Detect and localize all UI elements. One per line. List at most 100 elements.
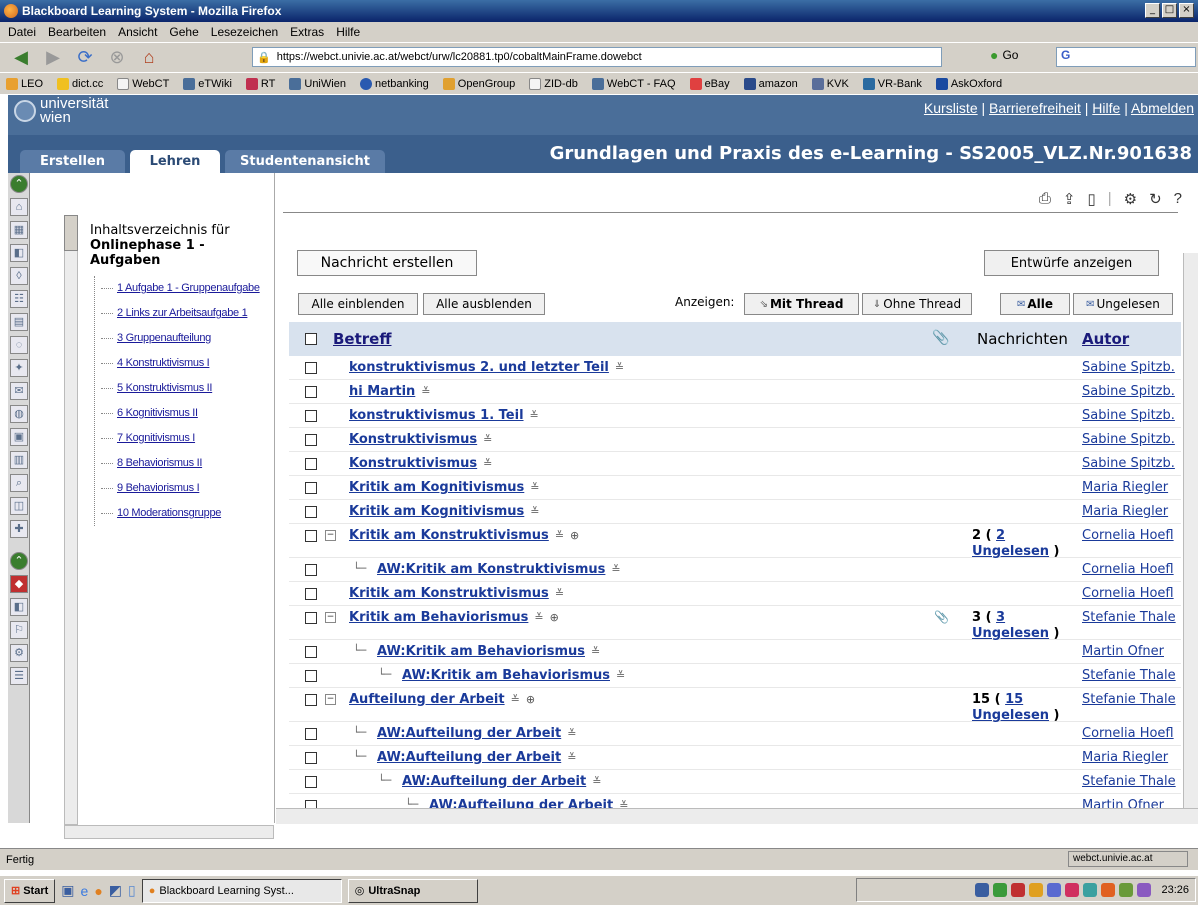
tray-icon[interactable]: [1101, 883, 1116, 897]
message-menu-icon[interactable]: ≚: [483, 457, 492, 470]
row-checkbox[interactable]: [305, 646, 317, 658]
bookmark-rt[interactable]: RT: [245, 77, 275, 90]
message-subject-link[interactable]: konstruktivismus 2. und letzter Teil ≚: [349, 360, 624, 375]
link-help[interactable]: Hilfe: [1092, 100, 1120, 116]
toc-item[interactable]: 9 Behaviorismus I: [95, 476, 270, 501]
author-link[interactable]: Cornelia Hoefl: [1082, 562, 1181, 577]
collapse-all-button[interactable]: Alle ausblenden: [423, 293, 545, 315]
tracking-icon[interactable]: ⚐: [10, 621, 28, 639]
message-menu-icon[interactable]: ≚: [591, 645, 600, 658]
author-link[interactable]: Stefanie Thale: [1082, 774, 1181, 789]
collapse-icon[interactable]: ⌃: [10, 175, 28, 193]
message-menu-icon[interactable]: ≚: [555, 529, 564, 542]
message-menu-icon[interactable]: ≚: [592, 775, 601, 788]
toc-horizontal-scrollbar[interactable]: [64, 825, 274, 839]
author-link[interactable]: Martin Ofner: [1082, 644, 1181, 659]
row-checkbox[interactable]: [305, 694, 317, 706]
bookmark-dictcc[interactable]: dict.cc: [57, 77, 103, 90]
message-menu-icon[interactable]: ≚: [421, 385, 430, 398]
toc-item[interactable]: 4 Konstruktivismus I: [95, 351, 270, 376]
expand-all-button[interactable]: Alle einblenden: [298, 293, 418, 315]
toc-item[interactable]: 7 Kognitivismus I: [95, 426, 270, 451]
notes-icon[interactable]: ◫: [10, 497, 28, 515]
tab-teach[interactable]: Lehren: [130, 150, 220, 173]
message-subject-link[interactable]: AW:Aufteilung der Arbeit ≚: [377, 750, 576, 765]
settings-icon[interactable]: ⚙: [1124, 190, 1137, 208]
task-firefox[interactable]: ● Blackboard Learning Syst...: [141, 878, 342, 903]
assessment-icon[interactable]: ◍: [10, 405, 28, 423]
quicklaunch-desktop-icon[interactable]: ▣: [61, 882, 74, 899]
menu-file[interactable]: Datei: [8, 25, 36, 39]
menu-tools[interactable]: Extras: [290, 25, 324, 39]
message-subject-link[interactable]: Kritik am Kognitivismus ≚: [349, 504, 540, 519]
help-icon[interactable]: ?: [1174, 190, 1182, 208]
message-menu-icon[interactable]: ≚: [611, 563, 620, 576]
message-menu-icon[interactable]: ≚: [534, 611, 543, 624]
row-checkbox[interactable]: [305, 728, 317, 740]
author-header[interactable]: Autor: [1082, 330, 1129, 348]
bookmark-vr-bank[interactable]: VR-Bank: [862, 77, 922, 90]
row-checkbox[interactable]: [305, 482, 317, 494]
toc-scroll-thumb[interactable]: [64, 215, 78, 251]
author-link[interactable]: Cornelia Hoefl: [1082, 726, 1181, 741]
toc-item[interactable]: 1 Aufgabe 1 - Gruppenaufgabe: [95, 276, 270, 301]
bookmark-etwiki[interactable]: eTWiki: [183, 77, 232, 90]
menu-help[interactable]: Hilfe: [336, 25, 360, 39]
calendar-icon[interactable]: ▦: [10, 221, 28, 239]
toc-item[interactable]: 3 Gruppenaufteilung: [95, 326, 270, 351]
subject-header[interactable]: Betreff: [333, 330, 392, 348]
toc-item[interactable]: 8 Behaviorismus II: [95, 451, 270, 476]
back-arrow-icon[interactable]: ◀: [8, 46, 34, 70]
content-icon[interactable]: ◧: [10, 244, 28, 262]
author-link[interactable]: Stefanie Thale: [1082, 668, 1181, 683]
unread-count-link[interactable]: 2 Ungelesen: [972, 528, 1049, 559]
row-checkbox[interactable]: [305, 362, 317, 374]
select-all-checkbox[interactable]: [305, 333, 317, 345]
go-button[interactable]: ● Go: [990, 47, 1018, 63]
bookmark-ebay[interactable]: eBay: [689, 77, 730, 90]
gift-icon[interactable]: ◆: [10, 575, 28, 593]
university-logo[interactable]: universität wien: [14, 96, 108, 125]
row-checkbox[interactable]: [305, 564, 317, 576]
menu-view[interactable]: Ansicht: [118, 25, 157, 39]
author-link[interactable]: Stefanie Thale: [1082, 610, 1181, 625]
stop-icon[interactable]: ⊗: [104, 46, 130, 70]
row-checkbox[interactable]: [305, 386, 317, 398]
pin-icon[interactable]: ✦: [10, 359, 28, 377]
print-icon[interactable]: ⎙: [1039, 190, 1051, 208]
tray-icon[interactable]: [975, 883, 990, 897]
message-subject-link[interactable]: AW:Kritik am Konstruktivismus ≚: [377, 562, 621, 577]
message-subject-link[interactable]: Konstruktivismus ≚: [349, 456, 492, 471]
quicklaunch-firefox-icon[interactable]: ●: [94, 883, 102, 899]
start-button[interactable]: ⊞ Start: [4, 878, 56, 903]
author-link[interactable]: Sabine Spitzb.: [1082, 360, 1181, 375]
unread-messages-button[interactable]: ✉ Ungelesen: [1073, 293, 1173, 315]
address-bar[interactable]: 🔒 https://webct.univie.ac.at/webct/urw/l…: [252, 47, 942, 67]
tray-icon[interactable]: [1065, 883, 1080, 897]
message-subject-link[interactable]: hi Martin ≚: [349, 384, 431, 399]
author-link[interactable]: Maria Riegler: [1082, 480, 1181, 495]
chat-icon[interactable]: ◌: [10, 336, 28, 354]
row-checkbox[interactable]: [305, 612, 317, 624]
message-menu-icon[interactable]: ≚: [511, 693, 520, 706]
bookmark-webct-faq[interactable]: WebCT - FAQ: [591, 77, 676, 90]
author-link[interactable]: Cornelia Hoefl: [1082, 586, 1181, 601]
message-subject-link[interactable]: konstruktivismus 1. Teil ≚: [349, 408, 539, 423]
menu-go[interactable]: Gehe: [169, 25, 198, 39]
row-checkbox[interactable]: [305, 410, 317, 422]
row-checkbox[interactable]: [305, 776, 317, 788]
message-subject-link[interactable]: Kritik am Konstruktivismus ≚: [349, 586, 564, 601]
tray-icon[interactable]: [1047, 883, 1062, 897]
bookmark-uniwien[interactable]: UniWien: [289, 77, 346, 90]
horizontal-scrollbar[interactable]: [276, 808, 1198, 824]
collapse-thread-icon[interactable]: −: [325, 694, 336, 705]
message-subject-link[interactable]: AW:Kritik am Behaviorismus ≚: [402, 668, 625, 683]
refresh-icon[interactable]: ↻: [1149, 190, 1162, 208]
minimize-button[interactable]: _: [1145, 3, 1160, 18]
message-menu-icon[interactable]: ≚: [483, 433, 492, 446]
show-drafts-button[interactable]: Entwürfe anzeigen: [984, 250, 1159, 276]
reply-icon[interactable]: ⊕: [570, 529, 579, 542]
reply-icon[interactable]: ⊕: [526, 693, 535, 706]
message-subject-link[interactable]: Kritik am Kognitivismus ≚: [349, 480, 540, 495]
report-icon[interactable]: ▥: [10, 451, 28, 469]
